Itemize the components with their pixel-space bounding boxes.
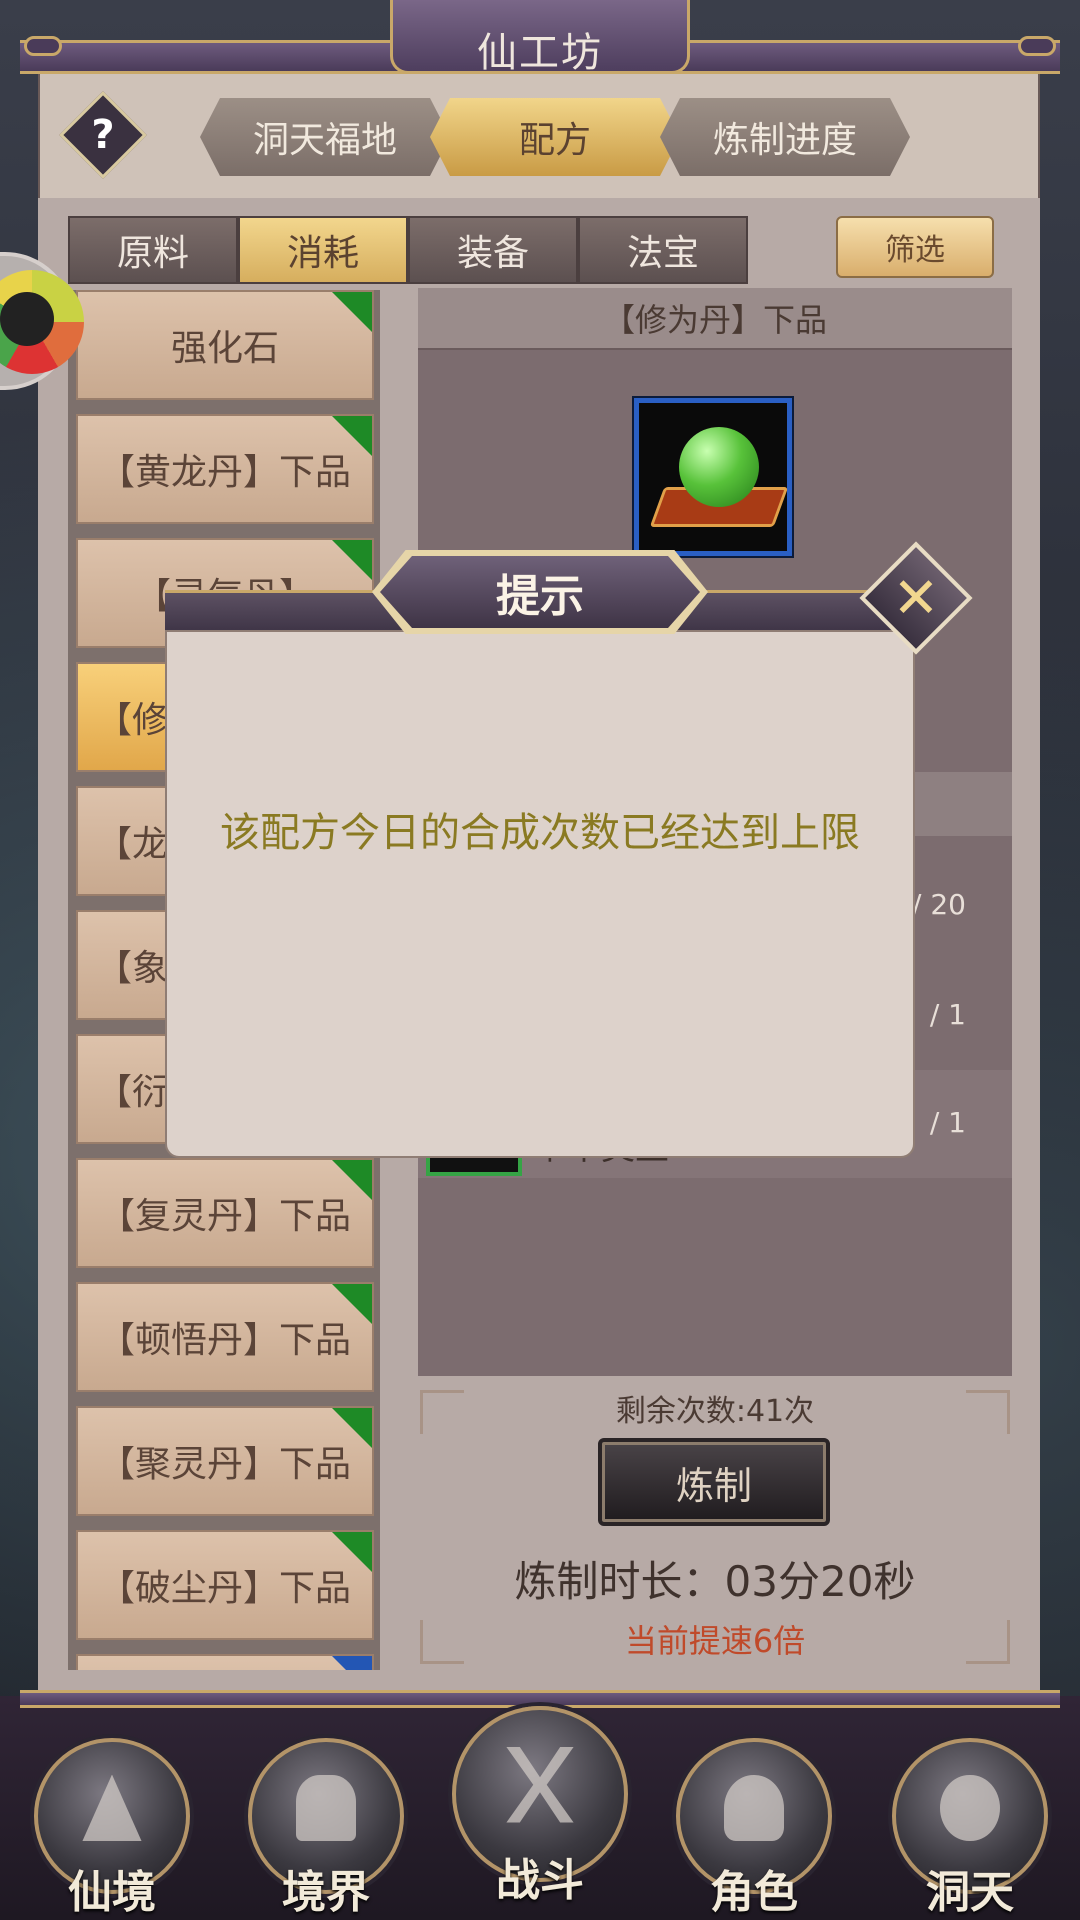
nav-xianjing[interactable]: 仙境 xyxy=(34,1738,190,1918)
nav-label: 战斗 xyxy=(496,1855,584,1906)
triskelion-icon xyxy=(940,1774,1000,1842)
meditation-icon xyxy=(296,1774,356,1842)
nav-label: 洞天 xyxy=(926,1867,1014,1918)
crossed-swords-icon xyxy=(506,1746,574,1823)
character-icon xyxy=(724,1774,784,1842)
nav-battle[interactable]: 战斗 xyxy=(452,1706,628,1906)
notice-dialog xyxy=(165,630,915,1158)
modal-message: 该配方今日的合成次数已经达到上限 xyxy=(220,810,860,856)
nav-label: 仙境 xyxy=(68,1867,156,1918)
mountain-icon xyxy=(82,1774,142,1842)
nav-label: 角色 xyxy=(710,1867,798,1918)
nav-character[interactable]: 角色 xyxy=(676,1738,832,1918)
nav-label: 境界 xyxy=(282,1867,370,1918)
nav-jingjie[interactable]: 境界 xyxy=(248,1738,404,1918)
close-icon: ✕ xyxy=(892,565,940,631)
modal-title: 提示 xyxy=(380,556,700,628)
nav-dongtian[interactable]: 洞天 xyxy=(892,1738,1048,1918)
